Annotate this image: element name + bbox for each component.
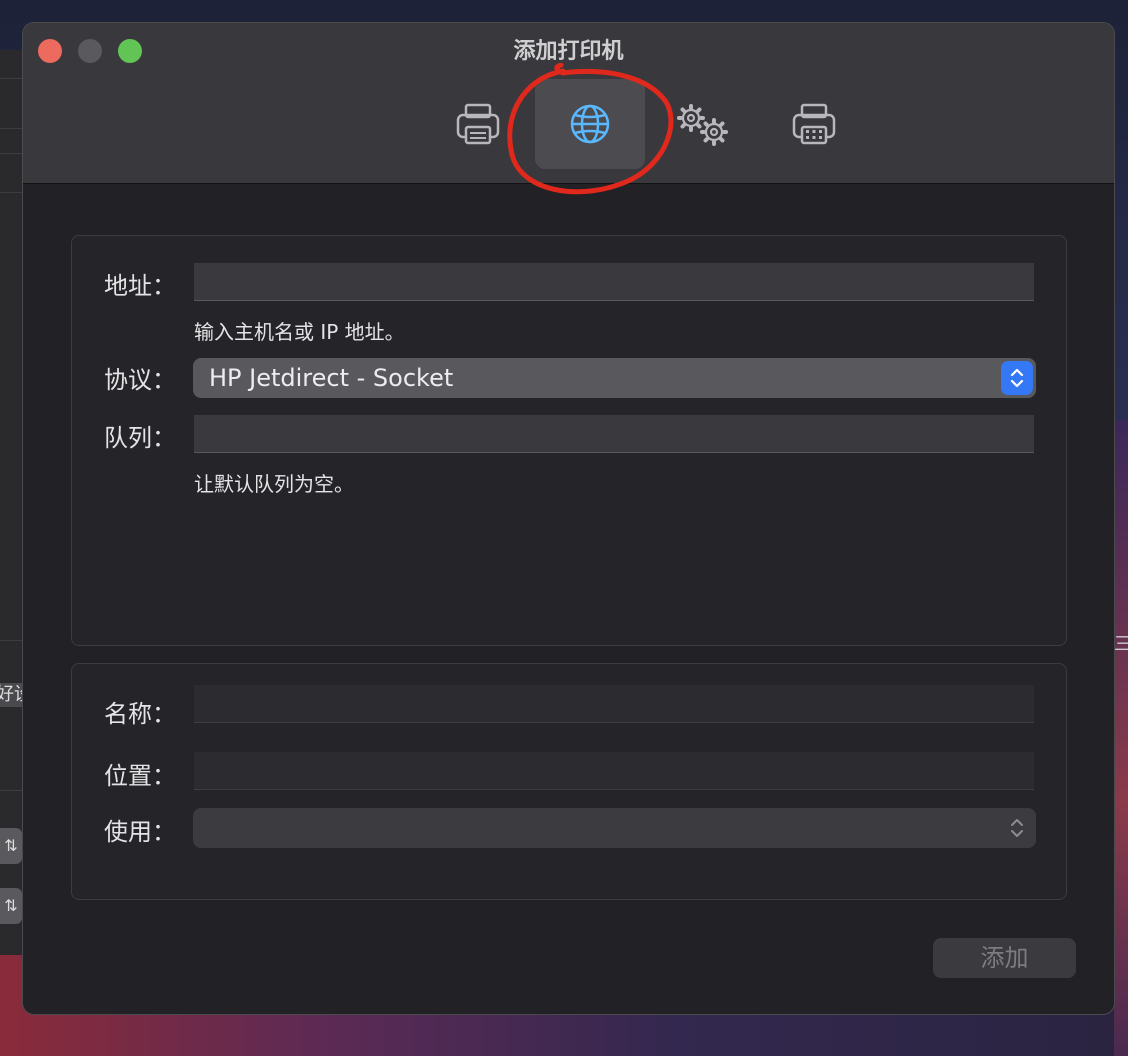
queue-field[interactable] [194,415,1034,453]
protocol-popup[interactable]: HP Jetdirect - Socket [193,358,1036,398]
printer-grid-icon [792,103,836,145]
background-stepper: ⇅ [0,828,22,864]
protocol-selected-value: HP Jetdirect - Socket [209,364,454,392]
gears-icon [677,104,728,146]
location-label: 位置： [104,762,176,790]
address-hint: 输入主机名或 IP 地址。 [194,320,405,344]
toolbar-default-printer[interactable] [423,79,533,169]
use-popup[interactable] [193,808,1036,848]
toolbar-ip-printer[interactable] [535,79,645,169]
protocol-label: 协议： [104,366,176,394]
location-field[interactable] [194,752,1034,790]
connection-panel: 地址： 输入主机名或 IP 地址。 协议： HP Jetdirect - Soc… [71,235,1067,646]
address-label: 地址： [104,272,176,300]
toolbar-advanced-printer[interactable] [759,79,869,169]
queue-hint: 让默认队列为空。 [194,472,354,496]
use-label: 使用： [104,818,176,846]
printer-info-panel: 名称： 位置： 使用： [71,663,1067,900]
window-title: 添加打印机 [513,39,624,64]
add-printer-window: 添加打印机 地址： 输入主机名或 IP 地址。 协议： HP Jetdirect… [22,22,1115,1015]
add-button[interactable]: 添加 [933,938,1076,978]
name-field[interactable] [194,685,1034,723]
chevron-updown-icon [1001,361,1033,395]
queue-label: 队列： [104,424,176,452]
background-stepper: ⇅ [0,888,22,924]
chevron-updown-icon [1001,811,1033,845]
globe-icon [570,104,610,144]
toolbar-windows-printer[interactable] [647,79,757,169]
background-window-label: 好设 [0,683,24,707]
background-window-label-right: 三 [1114,634,1128,655]
address-field[interactable] [194,263,1034,301]
printer-icon [456,103,500,145]
titlebar: 添加打印机 [23,23,1114,195]
name-label: 名称： [104,700,176,728]
desktop-wallpaper-edge [1114,420,1128,1056]
